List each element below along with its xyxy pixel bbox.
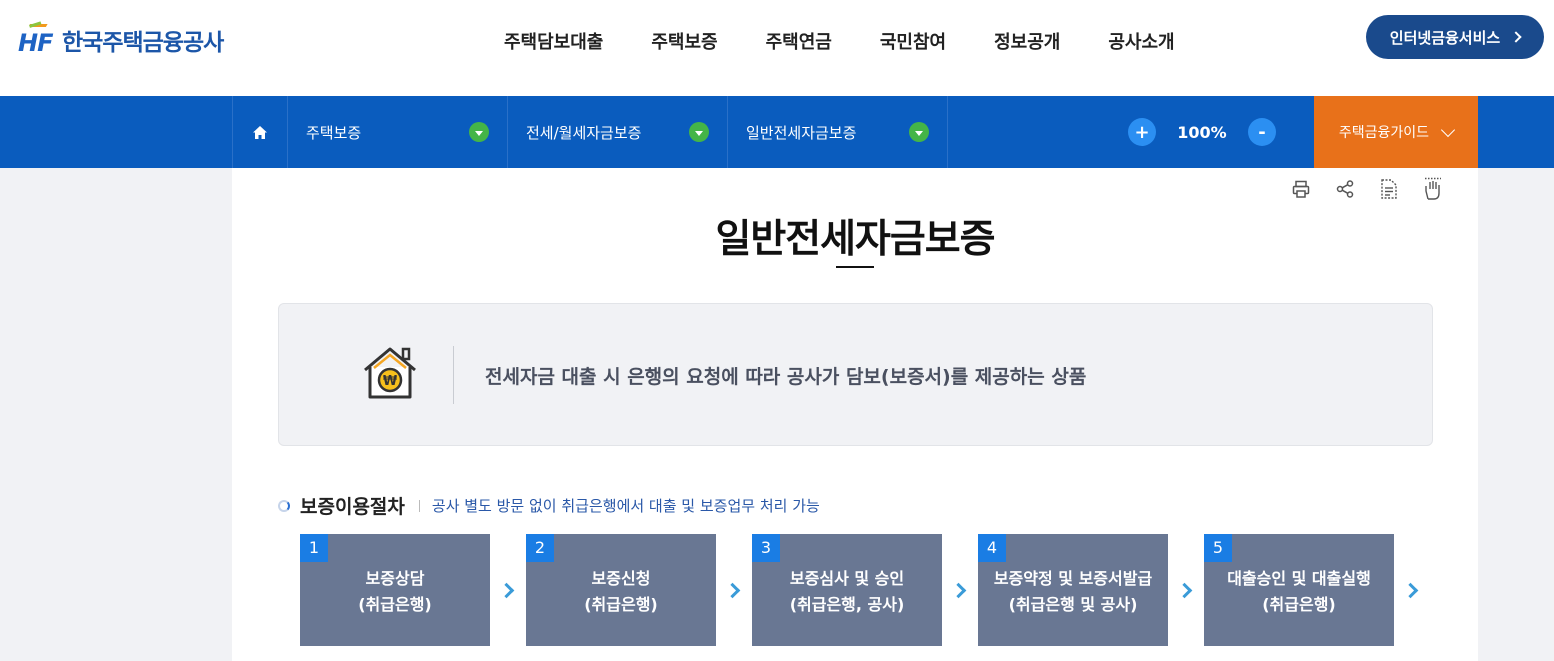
step-number: 3: [752, 534, 780, 562]
chevron-right-icon: [1168, 534, 1204, 646]
main-nav: 주택담보대출 주택보증 주택연금 국민참여 정보공개 공사소개: [480, 28, 1199, 54]
breadcrumb-level3[interactable]: 일반전세자금보증: [728, 96, 948, 168]
nav-item-about[interactable]: 공사소개: [1084, 28, 1198, 54]
procedure-title: 보증이용절차: [300, 496, 405, 518]
chevron-right-icon: [1510, 31, 1522, 43]
step-title: 대출승인 및 대출실행: [1227, 569, 1371, 588]
procedure-step: 3 보증심사 및 승인 (취급은행, 공사): [752, 534, 942, 646]
product-description: 전세자금 대출 시 은행의 요청에 따라 공사가 담보(보증서)를 제공하는 상…: [485, 366, 1087, 388]
step-title: 보증약정 및 보증서발급: [993, 569, 1153, 588]
svg-text:₩: ₩: [383, 374, 398, 389]
step-number: 5: [1204, 534, 1232, 562]
breadcrumb-level1-label: 주택보증: [306, 123, 362, 142]
guide-label: 주택금융가이드: [1338, 125, 1430, 141]
chevron-right-icon: [1394, 534, 1430, 646]
procedure-step: 4 보증약정 및 보증서발급 (취급은행 및 공사): [978, 534, 1168, 646]
utility-tools: [1290, 177, 1444, 200]
step-agent: (취급은행, 공사): [789, 595, 905, 614]
procedure-subtitle: 공사 별도 방문 없이 취급은행에서 대출 및 보증업무 처리 가능: [431, 497, 820, 515]
nav-item-mortgage-loan[interactable]: 주택담보대출: [480, 28, 627, 54]
nav-item-public-participation[interactable]: 국민참여: [856, 28, 970, 54]
procedure-step: 1 보증상담 (취급은행): [300, 534, 490, 646]
chevron-right-icon: [490, 534, 526, 646]
dropdown-arrow-icon: [469, 122, 489, 142]
procedure-steps: 1 보증상담 (취급은행) 2 보증신청 (취급은행) 3 보증심사 및 승인 …: [300, 534, 1430, 646]
dropdown-arrow-icon: [909, 122, 929, 142]
step-title: 보증상담: [365, 569, 425, 588]
step-number: 4: [978, 534, 1006, 562]
product-summary-box: ₩ 전세자금 대출 시 은행의 요청에 따라 공사가 담보(보증서)를 제공하는…: [278, 303, 1433, 446]
nav-item-housing-guarantee[interactable]: 주택보증: [627, 28, 741, 54]
chevron-right-icon: [716, 534, 752, 646]
internet-finance-button[interactable]: 인터넷금융서비스: [1366, 15, 1544, 59]
step-number: 2: [526, 534, 554, 562]
print-icon: [1292, 180, 1310, 198]
chevron-down-icon: [1441, 122, 1456, 137]
house-won-icon: ₩: [364, 347, 416, 399]
print-button[interactable]: [1290, 178, 1312, 200]
document-button[interactable]: [1378, 178, 1400, 200]
step-agent: (취급은행 및 공사): [1008, 595, 1138, 614]
section-bullet-icon: [278, 499, 290, 512]
zoom-level: 100%: [1177, 122, 1227, 142]
procedure-step: 2 보증신청 (취급은행): [526, 534, 716, 646]
breadcrumb-level2[interactable]: 전세/월세자금보증: [508, 96, 728, 168]
procedure-heading: 보증이용절차 공사 별도 방문 없이 취급은행에서 대출 및 보증업무 처리 가…: [278, 492, 820, 519]
summary-divider: [453, 346, 454, 404]
page-title: 일반전세자금보증: [715, 217, 995, 262]
sign-language-icon: [1425, 177, 1441, 200]
logo-text: 한국주택금융공사: [62, 30, 224, 56]
nav-item-housing-pension[interactable]: 주택연금: [742, 28, 856, 54]
nav-item-info-disclosure[interactable]: 정보공개: [970, 28, 1084, 54]
step-number: 1: [300, 534, 328, 562]
main-content: 일반전세자금보증 ₩ 전세자금 대출 시 은행의 요청에 따라 공사가 담보(보…: [232, 168, 1478, 661]
step-agent: (취급은행): [1262, 595, 1336, 614]
document-icon: [1381, 179, 1397, 199]
share-button[interactable]: [1334, 178, 1356, 200]
procedure-step: 5 대출승인 및 대출실행 (취급은행): [1204, 534, 1394, 646]
chevron-right-icon: [942, 534, 978, 646]
zoom-in-button[interactable]: +: [1128, 118, 1156, 146]
step-title: 보증심사 및 승인: [789, 569, 905, 588]
hf-logo-icon: HF: [18, 21, 54, 57]
step-agent: (취급은행): [358, 595, 432, 614]
sign-language-button[interactable]: [1422, 177, 1444, 200]
breadcrumb-level2-label: 전세/월세자금보증: [526, 123, 642, 142]
home-button[interactable]: [232, 96, 288, 168]
step-agent: (취급은행): [584, 595, 658, 614]
home-icon: [253, 125, 267, 139]
share-icon: [1336, 180, 1354, 198]
breadcrumb-level3-label: 일반전세자금보증: [746, 123, 857, 142]
site-logo[interactable]: HF 한국주택금융공사: [18, 21, 224, 58]
heading-separator: [418, 499, 420, 512]
internet-finance-label: 인터넷금융서비스: [1389, 28, 1501, 47]
zoom-out-button[interactable]: -: [1248, 118, 1276, 146]
zoom-control: + 100% -: [1128, 118, 1276, 146]
dropdown-arrow-icon: [689, 122, 709, 142]
housing-finance-guide-button[interactable]: 주택금융가이드: [1314, 96, 1478, 168]
step-title: 보증신청: [591, 569, 651, 588]
title-underline: [836, 266, 874, 268]
site-header: HF 한국주택금융공사 주택담보대출 주택보증 주택연금 국민참여 정보공개 공…: [0, 0, 1554, 96]
breadcrumb-level1[interactable]: 주택보증: [288, 96, 508, 168]
